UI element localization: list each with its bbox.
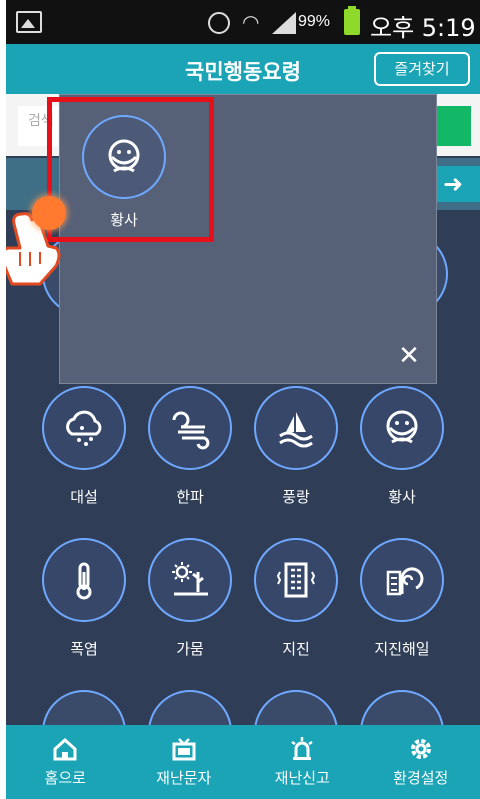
favorites-button[interactable]: 즐겨찾기: [374, 52, 470, 86]
category-label: 풍랑: [282, 488, 310, 506]
signal-icon: [272, 12, 296, 34]
building-icon: [254, 538, 338, 622]
nav-label: 환경설정: [393, 769, 449, 787]
tsunami-icon: [360, 538, 444, 622]
nav-disaster-report[interactable]: 재난신고: [243, 725, 362, 799]
category-label: 지진해일: [374, 640, 430, 658]
battery-icon: [344, 6, 360, 35]
category-earthquake[interactable]: 지진: [248, 538, 344, 668]
snow-cloud-icon: [42, 386, 126, 470]
app-frame: ◠ 99% 오후 5:19 국민행동요령 즐겨찾기 검색 ➜ 대설 한파 풍랑: [6, 0, 480, 799]
cold-wind-icon: [148, 386, 232, 470]
category-drought[interactable]: 가뭄: [142, 538, 238, 668]
nav-label: 재난문자: [156, 769, 212, 787]
status-bar: ◠ 99% 오후 5:19: [6, 0, 480, 44]
thermometer-icon: [42, 538, 126, 622]
nav-home[interactable]: 홈으로: [6, 725, 125, 799]
nav-label: 재난신고: [274, 769, 330, 787]
category-wave[interactable]: 풍랑: [248, 386, 344, 516]
category-cold[interactable]: 한파: [142, 386, 238, 516]
mask-face-icon: [360, 386, 444, 470]
category-label: 폭염: [70, 640, 98, 658]
highlight-box: [47, 97, 214, 242]
gear-icon: [410, 739, 431, 759]
category-label: 지진: [282, 640, 310, 658]
tap-indicator: [32, 196, 66, 230]
tv-icon: [172, 738, 196, 761]
siren-icon: [291, 737, 313, 760]
gallery-icon: [16, 11, 42, 33]
category-yellowdust[interactable]: 황사: [354, 386, 450, 516]
category-label: 한파: [176, 488, 204, 506]
home-icon: [53, 737, 77, 761]
close-icon[interactable]: ✕: [394, 341, 424, 371]
clock: 오후 5:19: [370, 14, 476, 42]
category-heatwave[interactable]: 폭염: [36, 538, 132, 668]
nav-disaster-sms[interactable]: 재난문자: [125, 725, 244, 799]
bottom-nav: 홈으로 재난문자 재난신고 환경설정: [6, 725, 480, 799]
wind-wave-icon: [254, 386, 338, 470]
app-header: 국민행동요령 즐겨찾기: [6, 44, 480, 94]
alarm-icon: [208, 12, 230, 34]
category-label: 가뭄: [176, 640, 204, 658]
category-label: 황사: [388, 488, 416, 506]
category-tsunami[interactable]: 지진해일: [354, 538, 450, 668]
category-snow[interactable]: 대설: [36, 386, 132, 516]
battery-percent: 99%: [298, 13, 331, 30]
nav-settings[interactable]: 환경설정: [362, 725, 480, 799]
category-label: 대설: [70, 488, 98, 506]
drought-icon: [148, 538, 232, 622]
nav-label: 홈으로: [44, 769, 86, 787]
wifi-icon: ◠: [242, 10, 260, 34]
